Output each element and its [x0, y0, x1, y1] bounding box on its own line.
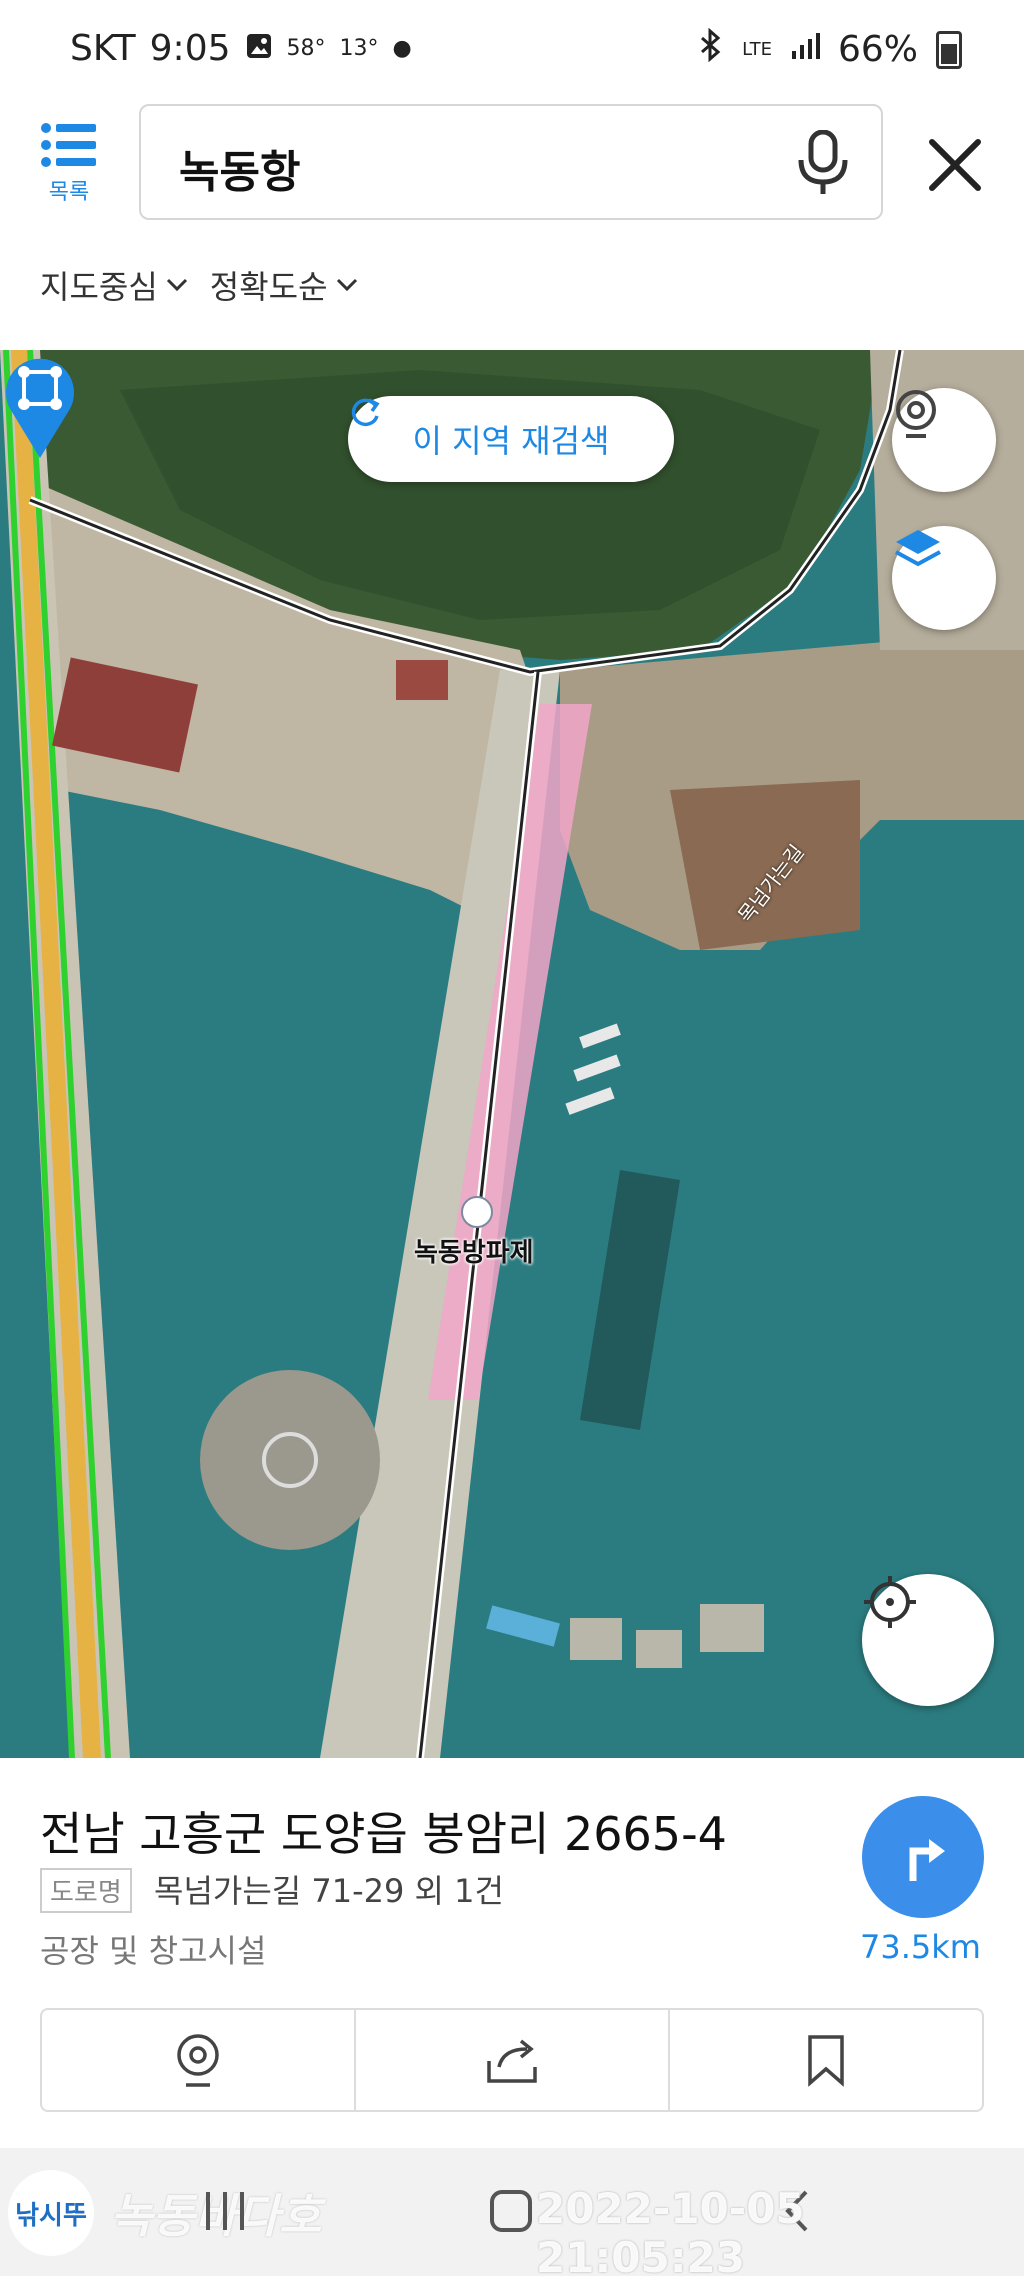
watermark-logo: 낚시뚜	[8, 2170, 94, 2256]
temp2: 13°	[339, 36, 379, 61]
roadview-button[interactable]	[892, 388, 996, 492]
current-location-button[interactable]	[862, 1574, 994, 1706]
bookmark-button[interactable]	[670, 2010, 982, 2110]
bookmark-icon	[808, 2035, 844, 2087]
search-header: 목록 녹동항	[0, 100, 1024, 230]
research-label: 이 지역 재검색	[412, 422, 610, 460]
action-bar	[40, 2008, 984, 2112]
refresh-icon	[351, 398, 380, 427]
poi-label[interactable]: 녹동방파제	[414, 1232, 534, 1269]
road-name-tag: 도로명	[40, 1868, 132, 1913]
filter-label: 지도중심	[40, 268, 158, 306]
search-query: 녹동항	[179, 147, 301, 198]
layers-button[interactable]	[892, 526, 996, 630]
list-button[interactable]: 목록	[36, 122, 102, 212]
roadview-icon	[177, 2034, 219, 2087]
share-button[interactable]	[356, 2010, 670, 2110]
satellite-map	[0, 350, 1024, 1758]
map-view[interactable]: 이 지역 재검색 녹동방파제 목넘가는길	[0, 350, 1024, 1758]
chevron-down-icon	[336, 278, 357, 292]
dot-icon: ●	[392, 36, 412, 61]
road-address[interactable]: 목넘가는길 71-29 외 1건	[154, 1866, 504, 1912]
system-nav-bar: 낚시뚜 녹동바다호 2022-10-05 21:05:23	[0, 2148, 1024, 2282]
network-label: LTE	[742, 39, 772, 60]
share-icon	[487, 2039, 537, 2083]
battery-percent: 66%	[837, 29, 918, 70]
status-bar: SKT 9:05 58° 13° ● LTE 66%	[0, 0, 1024, 100]
battery-icon	[936, 30, 962, 69]
watermark-date: 2022-10-05 21:05:23	[536, 2184, 805, 2282]
place-address: 전남 고흥군 도양읍 봉암리 2665-4	[40, 1807, 727, 1861]
filter-label: 정확도순	[209, 268, 328, 306]
clock: 9:05	[149, 28, 231, 69]
bluetooth-icon	[698, 27, 724, 71]
place-category: 공장 및 창고시설	[40, 1932, 267, 1970]
search-input[interactable]: 녹동항	[139, 104, 883, 220]
directions-button[interactable]	[862, 1796, 984, 1918]
recent-apps-icon[interactable]	[200, 2188, 250, 2234]
directions-icon	[909, 1839, 945, 1881]
layers-icon	[895, 530, 941, 567]
status-left: SKT 9:05 58° 13° ●	[70, 28, 412, 69]
crosshair-icon	[864, 1576, 916, 1628]
distance-label: 73.5km	[860, 1928, 981, 1966]
close-icon[interactable]	[920, 130, 990, 200]
status-right: LTE 66%	[698, 27, 962, 71]
poi-ferry-icon[interactable]	[461, 1196, 493, 1228]
home-icon[interactable]	[488, 2188, 534, 2234]
signal-icon	[790, 29, 820, 70]
list-label: 목록	[48, 180, 90, 205]
microphone-icon[interactable]	[795, 130, 851, 196]
filter-row: 지도중심 정확도순	[40, 262, 358, 308]
filter-map-center[interactable]: 지도중심	[40, 262, 188, 308]
chevron-down-icon	[166, 278, 187, 292]
roadview-icon	[896, 390, 936, 438]
gallery-icon	[245, 28, 273, 69]
roadview-action-button[interactable]	[42, 2010, 356, 2110]
list-icon	[41, 123, 96, 167]
carrier: SKT	[70, 28, 136, 69]
temp1: 58°	[286, 36, 326, 61]
location-pin-icon[interactable]	[0, 350, 80, 460]
place-info-panel: 전남 고흥군 도양읍 봉암리 2665-4 도로명 목넘가는길 71-29 외 …	[0, 1758, 1024, 2148]
filter-accuracy[interactable]: 정확도순	[210, 262, 358, 308]
research-area-button[interactable]: 이 지역 재검색	[348, 396, 674, 482]
